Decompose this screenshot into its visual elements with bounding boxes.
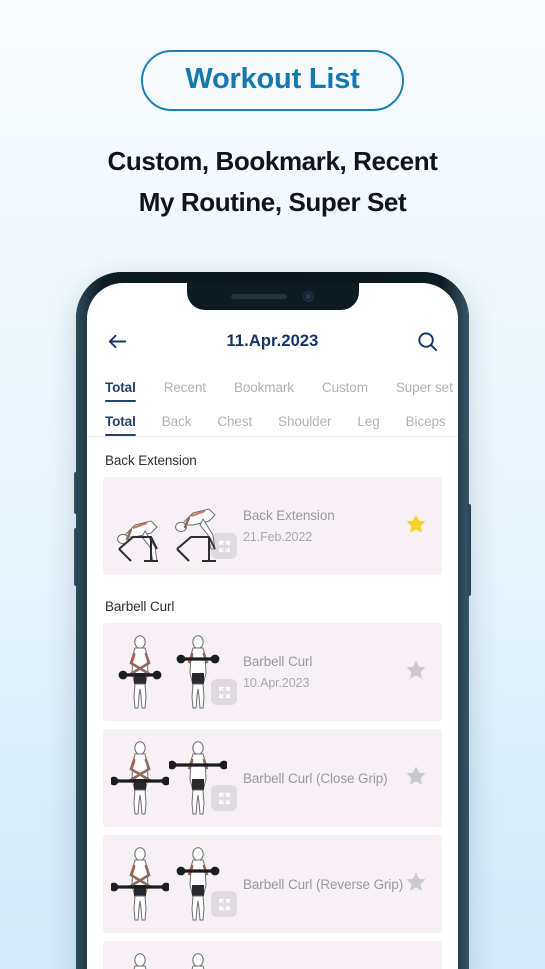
exercise-figure-start — [109, 739, 171, 817]
tab-recent[interactable]: Recent — [164, 380, 206, 402]
exercise-figure-start — [109, 845, 171, 923]
phone-mockup: 11.Apr.2023 Total Recent Bookmark Custom Sup… — [74, 272, 471, 969]
tab-super-set[interactable]: Super set — [396, 380, 453, 402]
workout-list-item[interactable] — [103, 941, 442, 969]
bookmark-star-icon[interactable] — [404, 658, 428, 687]
front-camera-icon — [303, 291, 314, 302]
exercise-name: Barbell Curl (Close Grip) — [243, 770, 388, 786]
exercise-thumbnails — [109, 739, 237, 817]
promo-badge: Workout List — [141, 50, 404, 111]
promo-subtitle-line1: Custom, Bookmark, Recent — [107, 146, 438, 176]
page-title: 11.Apr.2023 — [226, 331, 319, 350]
group-title: Back Extension — [105, 453, 197, 468]
promo-header: Workout List Custom, Bookmark, Recent My… — [0, 0, 545, 223]
workout-list-item[interactable]: Barbell Curl (Close Grip) — [103, 729, 442, 827]
exercise-name: Barbell Curl — [243, 654, 313, 669]
exercise-thumbnails — [109, 845, 237, 923]
promo-subtitle: Custom, Bookmark, Recent My Routine, Sup… — [0, 141, 545, 223]
exercise-meta: Back Extension 21.Feb.2022 — [233, 508, 404, 544]
expand-icon[interactable] — [211, 533, 237, 559]
volume-down-button[interactable] — [74, 528, 78, 586]
tab-bookmark[interactable]: Bookmark — [234, 380, 294, 402]
exercise-figure-start — [111, 487, 169, 565]
secondary-tab-bar: Total Back Chest Shoulder Leg Biceps — [87, 402, 458, 436]
exercise-thumbnails — [111, 633, 237, 711]
tab-custom[interactable]: Custom — [322, 380, 368, 402]
workout-list: Back Extension Back Extension 21.Feb.202… — [87, 437, 458, 969]
phone-notch — [186, 283, 359, 310]
exercise-name: Barbell Curl (Reverse Grip) — [243, 876, 404, 892]
primary-tab-bar: Total Recent Bookmark Custom Super set — [87, 372, 458, 402]
expand-icon[interactable] — [211, 679, 237, 705]
exercise-thumbnails — [111, 951, 233, 969]
bookmark-star-icon[interactable] — [404, 764, 428, 793]
tab-total[interactable]: Total — [105, 414, 136, 436]
exercise-figure-end — [169, 951, 227, 969]
tab-biceps[interactable]: Biceps — [406, 414, 446, 436]
bookmark-star-icon[interactable] — [404, 870, 428, 899]
workout-list-item[interactable]: Barbell Curl (Reverse Grip) — [103, 835, 442, 933]
exercise-meta: Barbell Curl (Reverse Grip) — [233, 877, 404, 892]
bookmark-star-filled-icon[interactable] — [404, 512, 428, 541]
volume-up-button[interactable] — [74, 472, 78, 514]
phone-screen: 11.Apr.2023 Total Recent Bookmark Custom Sup… — [87, 283, 458, 969]
tab-total[interactable]: Total — [105, 380, 136, 402]
exercise-figure-start — [111, 951, 169, 969]
exercise-meta: Barbell Curl 10.Apr.2023 — [233, 654, 404, 690]
search-icon[interactable] — [416, 330, 439, 353]
exercise-figure-start — [111, 633, 169, 711]
exercise-name: Back Extension — [243, 508, 335, 523]
tab-leg[interactable]: Leg — [357, 414, 379, 436]
workout-list-item[interactable]: Barbell Curl 10.Apr.2023 — [103, 623, 442, 721]
arrow-left-icon[interactable] — [106, 330, 129, 353]
tab-back[interactable]: Back — [162, 414, 192, 436]
exercise-date: 10.Apr.2023 — [243, 676, 310, 690]
workout-list-item[interactable]: Back Extension 21.Feb.2022 — [103, 477, 442, 575]
exercise-thumbnails — [111, 487, 237, 565]
expand-icon[interactable] — [211, 891, 237, 917]
tab-shoulder[interactable]: Shoulder — [278, 414, 331, 436]
exercise-meta: Barbell Curl (Close Grip) — [233, 771, 404, 786]
power-button[interactable] — [467, 504, 471, 596]
tab-chest[interactable]: Chest — [217, 414, 252, 436]
expand-icon[interactable] — [211, 785, 237, 811]
earpiece-speaker — [231, 294, 287, 299]
app-navbar: 11.Apr.2023 — [87, 310, 458, 372]
exercise-date: 21.Feb.2022 — [243, 530, 313, 544]
promo-subtitle-line2: My Routine, Super Set — [138, 187, 407, 218]
group-title: Barbell Curl — [105, 599, 175, 614]
